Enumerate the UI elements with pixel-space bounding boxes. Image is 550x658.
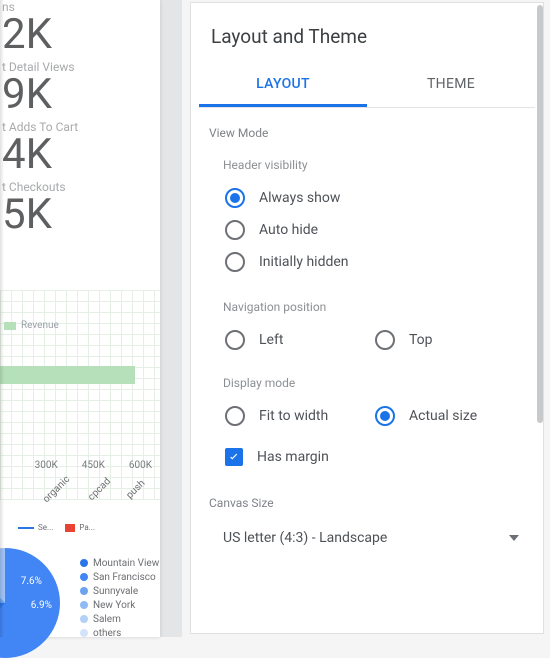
legend-label: Se...	[38, 523, 53, 532]
radio-auto-hide[interactable]: Auto hide	[191, 214, 543, 246]
radio-nav-top[interactable]: Top	[375, 330, 525, 350]
revenue-legend: Revenue	[4, 320, 59, 331]
axis-tick: 300K	[35, 460, 58, 471]
pie-chart: 7.6% 6.9%	[0, 548, 60, 658]
panel-scrollbar[interactable]	[537, 5, 543, 423]
metric-value: 4K	[0, 134, 160, 176]
label-header-visibility: Header visibility	[191, 148, 543, 182]
radio-label: Top	[409, 332, 433, 348]
axis-ticks: 300K 450K 600K	[0, 460, 160, 471]
panel-tabs: LAYOUT THEME	[199, 66, 535, 108]
legend-dot	[80, 559, 88, 567]
legend-dot	[80, 615, 88, 623]
legend-label: Salem	[93, 614, 121, 625]
legend-label: New York	[93, 600, 135, 611]
checkbox-icon	[225, 448, 243, 466]
pie-pct: 6.9%	[31, 600, 52, 611]
radio-label: Initially hidden	[259, 254, 349, 270]
legend-swatch	[65, 524, 75, 532]
legend-dot	[80, 587, 88, 595]
radio-label: Fit to width	[259, 408, 328, 424]
select-value: US letter (4:3) - Landscape	[223, 530, 387, 546]
section-canvas-size: Canvas Size	[191, 472, 543, 518]
radio-always-show[interactable]: Always show	[191, 182, 543, 214]
legend-label: Mountain View	[93, 558, 159, 569]
radio-label: Left	[259, 332, 283, 348]
canvas-size-select[interactable]: US letter (4:3) - Landscape	[219, 524, 523, 552]
legend-label: San Francisco	[93, 572, 156, 583]
radio-icon	[225, 188, 245, 208]
layout-theme-panel: Layout and Theme LAYOUT THEME View Mode …	[190, 2, 544, 634]
radio-icon	[225, 330, 245, 350]
radio-icon	[225, 252, 245, 272]
legend-swatch	[4, 322, 16, 330]
legend-dot	[80, 601, 88, 609]
legend-label: others	[93, 628, 121, 639]
radio-label: Actual size	[409, 408, 477, 424]
section-view-mode: View Mode	[191, 108, 543, 148]
revenue-bar	[0, 366, 135, 384]
radio-icon	[375, 406, 395, 426]
radio-label: Auto hide	[259, 222, 318, 238]
pie-legend: Mountain View San Francisco Sunnyvale Ne…	[80, 557, 159, 641]
checkbox-label: Has margin	[257, 449, 329, 465]
legend-swatch	[18, 527, 34, 529]
legend-label: Sunnyvale	[93, 586, 138, 597]
label-navigation-position: Navigation position	[191, 278, 543, 324]
axis-tick: 450K	[82, 460, 105, 471]
metric-value: 9K	[0, 74, 160, 116]
pie-pct: 7.6%	[21, 576, 42, 587]
label-display-mode: Display mode	[191, 356, 543, 400]
tab-theme[interactable]: THEME	[367, 66, 535, 107]
metric-value: 2K	[0, 14, 160, 56]
tab-layout[interactable]: LAYOUT	[199, 66, 367, 107]
axis-tick: 600K	[129, 460, 152, 471]
radio-actual-size[interactable]: Actual size	[375, 406, 525, 426]
radio-label: Always show	[259, 190, 340, 206]
series-legend: Se... Pa...	[18, 523, 95, 532]
radio-icon	[375, 330, 395, 350]
radio-fit-to-width[interactable]: Fit to width	[225, 406, 375, 426]
chevron-down-icon	[509, 535, 519, 541]
checkbox-has-margin[interactable]: Has margin	[191, 432, 543, 472]
radio-icon	[225, 220, 245, 240]
radio-icon	[225, 406, 245, 426]
radio-nav-left[interactable]: Left	[225, 330, 375, 350]
metric-value: 5K	[0, 194, 160, 236]
panel-title: Layout and Theme	[191, 3, 543, 66]
category-labels: organic cpcad push	[40, 484, 157, 495]
legend-label: Pa...	[79, 523, 95, 532]
radio-initially-hidden[interactable]: Initially hidden	[191, 246, 543, 278]
legend-label: Revenue	[21, 320, 59, 331]
legend-dot	[80, 629, 88, 637]
report-canvas: ns 2K t Detail Views 9K t Adds To Cart 4…	[0, 0, 160, 637]
legend-dot	[80, 573, 88, 581]
